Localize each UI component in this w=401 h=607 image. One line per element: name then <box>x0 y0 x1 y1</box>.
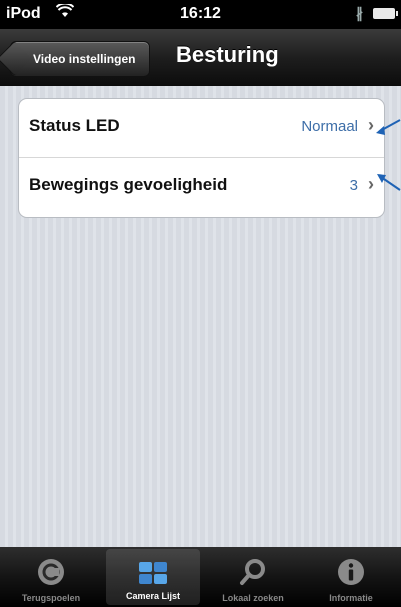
setting-label: Status LED <box>29 116 120 135</box>
bluetooth-icon: ∦ <box>356 5 363 21</box>
back-button-label: Video instellingen <box>33 52 136 66</box>
page-title: Besturing <box>176 42 279 67</box>
tab-rewind[interactable]: Terugspoelen <box>4 547 98 607</box>
search-icon <box>206 557 300 585</box>
tab-label: Lokaal zoeken <box>222 593 284 603</box>
settings-group: Status LED Normaal › Bewegings gevoeligh… <box>18 98 385 218</box>
rewind-icon <box>4 557 98 585</box>
clock: 16:12 <box>180 5 221 22</box>
info-icon <box>304 557 398 585</box>
setting-label: Bewegings gevoeligheid <box>29 175 228 194</box>
tab-camera-list[interactable]: Camera Lijst <box>106 549 200 605</box>
annotation-arrows <box>376 119 401 191</box>
camera-list-icon <box>106 559 200 587</box>
battery-icon <box>373 8 398 19</box>
navigation-bar: Video instellingen Besturing <box>0 29 401 87</box>
tab-label: Terugspoelen <box>21 593 81 603</box>
setting-row-motion-sensitivity[interactable]: Bewegings gevoeligheid 3 › <box>19 158 384 216</box>
setting-value: 3 <box>349 177 358 194</box>
back-button[interactable]: Video instellingen <box>10 41 151 77</box>
settings-content: Status LED Normaal › Bewegings gevoeligh… <box>0 86 401 547</box>
tab-local-search[interactable]: Lokaal zoeken <box>206 547 300 607</box>
annotation-arrowhead-1 <box>376 126 385 135</box>
status-bar: iPod 16:12 ∦ <box>0 0 401 29</box>
setting-row-status-led[interactable]: Status LED Normaal › <box>19 99 384 158</box>
tab-label: Informatie <box>329 593 373 603</box>
tab-information[interactable]: Informatie <box>304 547 398 607</box>
setting-value: Normaal <box>301 118 358 135</box>
tab-label: Camera Lijst <box>125 591 181 601</box>
tab-bar: Terugspoelen Camera Lijst Lokaal zoeken … <box>0 547 401 607</box>
